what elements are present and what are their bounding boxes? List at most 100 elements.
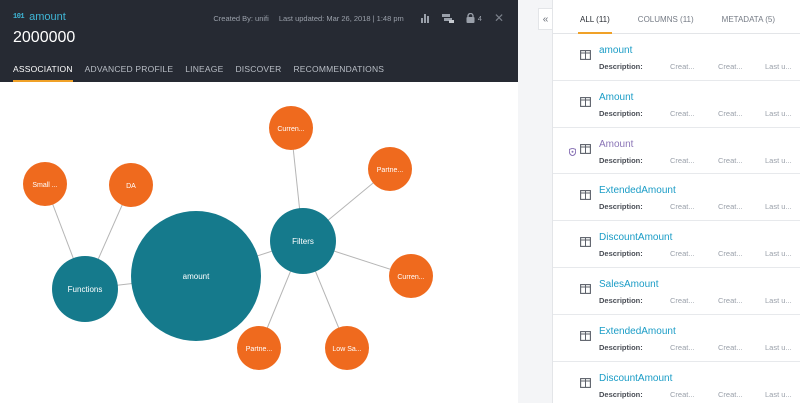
binary-type-icon: 101	[13, 13, 25, 21]
graph-node-curren-2[interactable]: Curren...	[389, 254, 433, 298]
item-last-updated: Last u...	[765, 155, 792, 165]
graph-node-da[interactable]: DA	[109, 163, 153, 207]
column-name: amount	[29, 11, 66, 23]
collapse-panel-button[interactable]: «	[538, 8, 552, 30]
last-updated: Last updated: Mar 26, 2018 | 1:48 pm	[278, 13, 404, 23]
table-column-icon	[580, 94, 591, 112]
table-column-icon	[580, 281, 591, 299]
node-label: Filters	[292, 237, 314, 246]
item-description-label: Description:	[599, 202, 643, 212]
list-item[interactable]: DiscountAmount Description: Creat... Creat.…	[553, 221, 800, 268]
item-last-updated: Last u...	[765, 108, 792, 118]
item-name-link[interactable]: ExtendedAmount	[599, 326, 676, 337]
bar-chart-icon[interactable]	[420, 13, 430, 23]
list-item[interactable]: Amount Description: Creat... Creat... Last u…	[553, 81, 800, 128]
item-created-on: Creat...	[718, 342, 743, 352]
created-by: Created By: unifi	[213, 13, 269, 23]
item-last-updated: Last u...	[765, 202, 792, 212]
item-last-updated: Last u...	[765, 62, 792, 71]
item-name-link[interactable]: DiscountAmount	[599, 232, 672, 243]
double-chevron-left-icon: «	[542, 13, 549, 25]
node-label: Partne...	[377, 167, 404, 174]
item-description-label: Description:	[599, 108, 643, 118]
shield-icon	[568, 143, 577, 161]
graph-node-small[interactable]: Small ...	[23, 162, 67, 206]
list-item[interactable]: amount Description: Creat... Creat... Last u…	[553, 34, 800, 81]
item-created-on: Creat...	[718, 108, 743, 118]
title-row: 101 amount	[13, 10, 66, 24]
lock-count: 4	[477, 13, 482, 23]
tab-recommendations[interactable]: RECOMMENDATIONS	[287, 55, 390, 82]
node-label: Partne...	[246, 346, 273, 353]
tab-association[interactable]: ASSOCIATION	[7, 55, 79, 82]
detail-header: 101 amount 2000000 Created By: unifi Las…	[0, 0, 518, 82]
lock-icon[interactable]	[466, 13, 475, 23]
graph-node-curren-1[interactable]: Curren...	[269, 106, 313, 150]
table-column-icon	[580, 328, 591, 346]
node-label: Small ...	[32, 182, 57, 189]
item-name-link[interactable]: Amount	[599, 92, 633, 103]
item-name-link[interactable]: SalesAmount	[599, 279, 658, 290]
item-description-label: Description:	[599, 249, 643, 259]
item-name-link[interactable]: amount	[599, 45, 632, 56]
item-last-updated: Last u...	[765, 342, 792, 352]
item-created-by: Creat...	[670, 389, 695, 399]
table-column-icon	[580, 47, 591, 65]
item-created-by: Creat...	[670, 295, 695, 305]
item-description-label: Description:	[599, 295, 643, 305]
item-description-label: Description:	[599, 389, 643, 399]
item-created-on: Creat...	[718, 202, 743, 212]
item-name-link[interactable]: DiscountAmount	[599, 373, 672, 384]
item-created-on: Creat...	[718, 295, 743, 305]
graph-node-partne-1[interactable]: Partne...	[368, 147, 412, 191]
close-icon[interactable]: ✕	[494, 11, 504, 25]
item-created-on: Creat...	[718, 62, 743, 71]
item-created-by: Creat...	[670, 62, 695, 71]
graph-node-partne-2[interactable]: Partne...	[237, 326, 281, 370]
list-item[interactable]: ExtendedAmount Description: Creat... Creat.…	[553, 174, 800, 222]
list-item[interactable]: DiscountAmount Description: Creat... Creat.…	[553, 362, 800, 403]
item-created-on: Creat...	[718, 389, 743, 399]
header-meta: Created By: unifi Last updated: Mar 26, …	[213, 11, 504, 25]
association-graph: amount Functions Filters Small ... DA Cu…	[0, 82, 518, 403]
tab-metadata[interactable]: METADATA (5)	[722, 15, 775, 33]
item-created-on: Creat...	[718, 249, 743, 259]
list-item[interactable]: Amount Description: Creat... Creat... Last u…	[553, 128, 800, 175]
item-created-on: Creat...	[718, 155, 743, 165]
node-label: Curren...	[277, 126, 304, 133]
item-created-by: Creat...	[670, 155, 695, 165]
table-column-icon	[580, 187, 591, 205]
detail-tabs: ASSOCIATION ADVANCED PROFILE LINEAGE DIS…	[0, 55, 518, 82]
graph-node-amount[interactable]: amount	[131, 211, 261, 341]
list-item[interactable]: ExtendedAmount Description: Creat... Creat.…	[553, 315, 800, 362]
graph-node-functions[interactable]: Functions	[52, 256, 118, 322]
related-list: amount Description: Creat... Creat... Last u…	[553, 34, 800, 403]
item-description-label: Description:	[599, 342, 643, 352]
table-column-icon	[580, 141, 591, 159]
node-label: Curren...	[397, 274, 424, 281]
tab-lineage[interactable]: LINEAGE	[179, 55, 229, 82]
item-created-by: Creat...	[670, 249, 695, 259]
node-label: amount	[183, 272, 210, 281]
item-created-by: Creat...	[670, 108, 695, 118]
list-item[interactable]: SalesAmount Description: Creat... Creat... L…	[553, 268, 800, 315]
item-name-link[interactable]: Amount	[599, 139, 633, 150]
database-icon[interactable]	[441, 13, 454, 23]
tab-all[interactable]: ALL (11)	[578, 15, 612, 34]
related-items-panel: ALL (11) COLUMNS (11) METADATA (5) amoun…	[552, 0, 800, 403]
item-created-by: Creat...	[670, 202, 695, 212]
item-name-link[interactable]: ExtendedAmount	[599, 185, 676, 196]
tab-advanced-profile[interactable]: ADVANCED PROFILE	[79, 55, 180, 82]
tab-columns[interactable]: COLUMNS (11)	[638, 15, 694, 33]
item-description-label: Description:	[599, 155, 643, 165]
node-label: Functions	[68, 285, 103, 294]
item-created-by: Creat...	[670, 342, 695, 352]
column-value: 2000000	[13, 29, 76, 46]
graph-node-filters[interactable]: Filters	[270, 208, 336, 274]
graph-node-low[interactable]: Low Sa...	[325, 326, 369, 370]
node-label: DA	[126, 183, 136, 190]
tab-discover[interactable]: DISCOVER	[229, 55, 287, 82]
table-column-icon	[580, 375, 591, 393]
node-label: Low Sa...	[332, 346, 361, 353]
item-last-updated: Last u...	[765, 295, 792, 305]
